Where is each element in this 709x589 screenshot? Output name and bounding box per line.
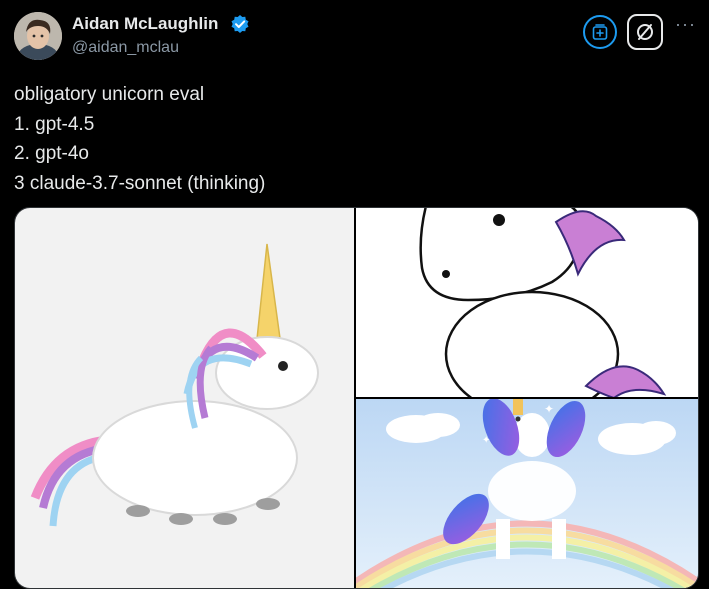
avatar[interactable] [14, 12, 62, 60]
author-handle[interactable]: @aidan_mclau [72, 39, 179, 57]
tweet-text: obligatory unicorn eval 1. gpt-4.5 2. gp… [14, 80, 265, 198]
author-name[interactable]: Aidan McLaughlin [72, 14, 218, 34]
media-grid: ✦ ✦ [14, 207, 699, 589]
media-image-2[interactable] [356, 208, 698, 397]
more-icon[interactable]: ··· [675, 14, 696, 35]
grok-save-button[interactable] [583, 15, 617, 49]
tweet-line: 2. gpt-4o [14, 143, 89, 164]
grok-save-icon [592, 24, 608, 40]
tweet-line: 3 claude-3.7-sonnet (thinking) [14, 172, 266, 194]
verified-badge-icon [230, 14, 250, 34]
media-image-1[interactable] [15, 208, 354, 588]
avatar-image [14, 12, 62, 60]
tweet-line: 1. gpt-4.5 [14, 113, 95, 135]
tweet-line: obligatory unicorn eval [14, 84, 205, 105]
media-image-3[interactable]: ✦ ✦ [356, 399, 698, 588]
svg-text:✦: ✦ [482, 435, 490, 446]
svg-text:✦: ✦ [544, 402, 554, 416]
no-translate-icon [637, 24, 653, 40]
no-translate-button[interactable] [627, 14, 663, 50]
